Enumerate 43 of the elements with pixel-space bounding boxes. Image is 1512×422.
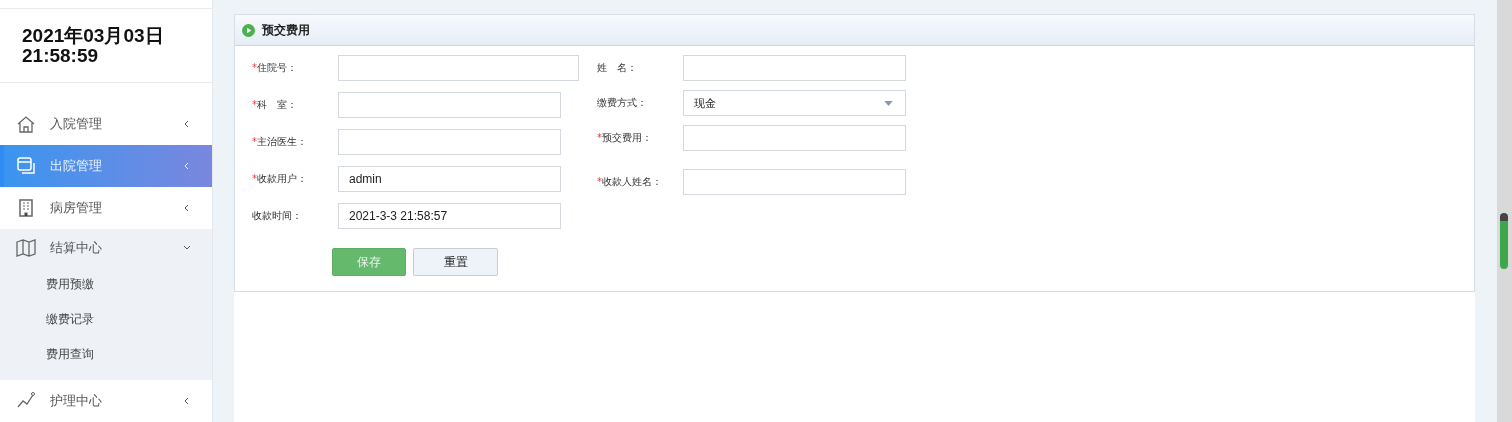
required-mark: * bbox=[252, 136, 257, 147]
required-mark: * bbox=[252, 62, 257, 73]
window-icon bbox=[16, 156, 36, 176]
field-label: 科 室： bbox=[257, 99, 297, 110]
input-field[interactable]: admin bbox=[338, 166, 561, 192]
field-label: 收款用户： bbox=[257, 173, 307, 184]
input-field[interactable] bbox=[683, 169, 906, 195]
sidebar-item[interactable]: 入院管理 bbox=[0, 103, 212, 145]
input-field[interactable] bbox=[683, 125, 906, 151]
field-label: 姓 名： bbox=[597, 62, 637, 73]
reset-button[interactable]: 重置 bbox=[413, 248, 498, 276]
input-field[interactable]: 2021-3-3 21:58:57 bbox=[338, 203, 561, 229]
required-mark: * bbox=[597, 132, 602, 143]
home-icon bbox=[16, 114, 36, 134]
panel-title: 预交费用 bbox=[262, 21, 310, 39]
field-label: 收款人姓名： bbox=[602, 176, 662, 187]
required-mark: * bbox=[252, 99, 257, 110]
input-field[interactable] bbox=[338, 92, 561, 118]
sidebar-item[interactable]: 护理中心 bbox=[0, 380, 212, 422]
field-label: 缴费方式： bbox=[597, 97, 647, 108]
building-icon bbox=[16, 198, 36, 218]
submenu-item[interactable]: 费用预缴 bbox=[46, 267, 94, 302]
field-label: 主治医生： bbox=[257, 136, 307, 147]
submenu-item[interactable]: 费用查询 bbox=[46, 337, 94, 372]
clock-time: 21:58:59 bbox=[22, 45, 99, 66]
sidebar-item[interactable]: 病房管理 bbox=[0, 187, 212, 229]
map-icon bbox=[16, 238, 36, 258]
field-label: 住院号： bbox=[257, 62, 297, 73]
scrollbar-thumb[interactable] bbox=[1500, 213, 1508, 269]
input-field[interactable] bbox=[338, 55, 579, 81]
field-label: 收款时间： bbox=[252, 210, 302, 221]
select-field[interactable]: 现金 bbox=[683, 90, 906, 116]
dropdown-arrow-icon bbox=[884, 100, 893, 106]
submenu-item[interactable]: 缴费记录 bbox=[46, 302, 94, 337]
required-mark: * bbox=[597, 176, 602, 187]
scrollbar[interactable] bbox=[1497, 0, 1512, 422]
input-field[interactable] bbox=[338, 129, 561, 155]
required-mark: * bbox=[252, 173, 257, 184]
field-label: 预交费用： bbox=[602, 132, 652, 143]
clock-date: 2021年03月03日 bbox=[22, 25, 164, 46]
play-icon bbox=[242, 23, 255, 37]
input-field[interactable] bbox=[683, 55, 906, 81]
sidebar-item[interactable]: 结算中心 bbox=[0, 229, 212, 267]
